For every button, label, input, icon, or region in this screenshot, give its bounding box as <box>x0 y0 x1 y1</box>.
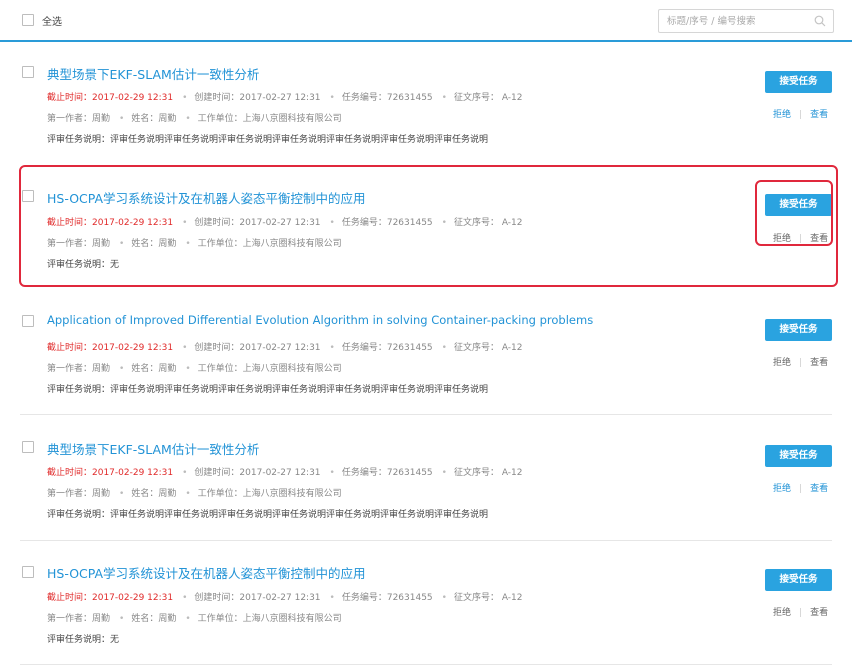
reject-link[interactable]: 拒绝 <box>773 608 791 618</box>
row-divider <box>20 540 832 541</box>
task-number: 任务编号：72631455 <box>341 93 433 103</box>
task-created: 创建时间：2017-02-27 12:31 <box>194 593 321 603</box>
task-meta-row: 截止时间：2017-02-29 12:31 • 创建时间：2017-02-27 12… <box>47 593 523 603</box>
task-description: 评审任务说明：无 <box>47 635 120 645</box>
task-meta-row: 截止时间：2017-02-29 12:31 • 创建时间：2017-02-27 12… <box>47 93 523 103</box>
task-essay-number: 征文序号： A-12 <box>453 468 523 478</box>
task-first-author: 第一作者：周勤 <box>47 364 111 374</box>
task-deadline: 截止时间：2017-02-29 12:31 <box>47 93 174 103</box>
row-divider <box>20 414 832 415</box>
accept-task-button[interactable]: 接受任务 <box>765 569 832 591</box>
task-essay-number: 征文序号： A-12 <box>453 343 523 353</box>
task-actions: 拒绝 | 查看 <box>773 484 829 494</box>
task-author-row: 第一作者：周勤 • 姓名：周勤 • 工作单位：上海八京圈科技有限公司 <box>47 614 342 624</box>
task-meta-row: 截止时间：2017-02-29 12:31 • 创建时间：2017-02-27 12… <box>47 343 523 353</box>
task-actions: 拒绝 | 查看 <box>773 358 829 368</box>
task-number: 任务编号：72631455 <box>341 593 433 603</box>
task-deadline: 截止时间：2017-02-29 12:31 <box>47 593 174 603</box>
task-number: 任务编号：72631455 <box>341 343 433 353</box>
search-input[interactable] <box>667 14 812 29</box>
task-essay-number: 征文序号： A-12 <box>453 593 523 603</box>
task-first-author: 第一作者：周勤 <box>47 114 111 124</box>
task-author-row: 第一作者：周勤 • 姓名：周勤 • 工作单位：上海八京圈科技有限公司 <box>47 489 342 499</box>
task-checkbox[interactable] <box>22 66 34 78</box>
task-name: 姓名：周勤 <box>131 614 177 624</box>
task-deadline: 截止时间：2017-02-29 12:31 <box>47 468 174 478</box>
task-title[interactable]: HS-OCPA学习系统设计及在机器人姿态平衡控制中的应用 <box>47 563 366 582</box>
row-divider <box>20 664 832 665</box>
view-link[interactable]: 查看 <box>810 484 828 494</box>
task-created: 创建时间：2017-02-27 12:31 <box>194 343 321 353</box>
task-description: 评审任务说明：评审任务说明评审任务说明评审任务说明评审任务说明评审任务说明评审任… <box>47 510 489 520</box>
task-checkbox[interactable] <box>22 566 34 578</box>
view-link[interactable]: 查看 <box>810 358 828 368</box>
task-org: 工作单位：上海八京圈科技有限公司 <box>197 364 342 374</box>
task-meta-row: 截止时间：2017-02-29 12:31 • 创建时间：2017-02-27 12… <box>47 468 523 478</box>
select-all-label: 全选 <box>42 17 62 28</box>
highlight-outline <box>19 165 838 287</box>
task-author-row: 第一作者：周勤 • 姓名：周勤 • 工作单位：上海八京圈科技有限公司 <box>47 114 342 124</box>
task-essay-number: 征文序号： A-12 <box>453 93 523 103</box>
list-header: 全选 <box>0 0 852 42</box>
task-number: 任务编号：72631455 <box>341 468 433 478</box>
task-title[interactable]: 典型场景下EKF-SLAM估计一致性分析 <box>47 64 259 83</box>
view-link[interactable]: 查看 <box>810 110 828 120</box>
task-description: 评审任务说明：评审任务说明评审任务说明评审任务说明评审任务说明评审任务说明评审任… <box>47 135 489 145</box>
task-first-author: 第一作者：周勤 <box>47 614 111 624</box>
task-title[interactable]: Application of Improved Differential Evo… <box>47 313 593 327</box>
task-deadline: 截止时间：2017-02-29 12:31 <box>47 343 174 353</box>
task-created: 创建时间：2017-02-27 12:31 <box>194 468 321 478</box>
accept-task-button[interactable]: 接受任务 <box>765 319 832 341</box>
task-name: 姓名：周勤 <box>131 114 177 124</box>
task-author-row: 第一作者：周勤 • 姓名：周勤 • 工作单位：上海八京圈科技有限公司 <box>47 364 342 374</box>
task-first-author: 第一作者：周勤 <box>47 489 111 499</box>
task-title[interactable]: 典型场景下EKF-SLAM估计一致性分析 <box>47 439 259 458</box>
reject-link[interactable]: 拒绝 <box>773 484 791 494</box>
task-actions: 拒绝 | 查看 <box>773 608 829 618</box>
accept-highlight-outline <box>755 180 833 246</box>
task-created: 创建时间：2017-02-27 12:31 <box>194 93 321 103</box>
reject-link[interactable]: 拒绝 <box>773 358 791 368</box>
task-name: 姓名：周勤 <box>131 489 177 499</box>
view-link[interactable]: 查看 <box>810 608 828 618</box>
task-checkbox[interactable] <box>22 315 34 327</box>
task-org: 工作单位：上海八京圈科技有限公司 <box>197 489 342 499</box>
search-box[interactable] <box>658 9 834 33</box>
select-all-checkbox[interactable] <box>22 14 34 26</box>
task-org: 工作单位：上海八京圈科技有限公司 <box>197 114 342 124</box>
reject-link[interactable]: 拒绝 <box>773 110 791 120</box>
task-checkbox[interactable] <box>22 441 34 453</box>
search-icon[interactable] <box>814 15 826 27</box>
accept-task-button[interactable]: 接受任务 <box>765 71 832 93</box>
task-actions: 拒绝 | 查看 <box>773 110 829 120</box>
accept-task-button[interactable]: 接受任务 <box>765 445 832 467</box>
task-name: 姓名：周勤 <box>131 364 177 374</box>
task-description: 评审任务说明：评审任务说明评审任务说明评审任务说明评审任务说明评审任务说明评审任… <box>47 385 489 395</box>
task-org: 工作单位：上海八京圈科技有限公司 <box>197 614 342 624</box>
